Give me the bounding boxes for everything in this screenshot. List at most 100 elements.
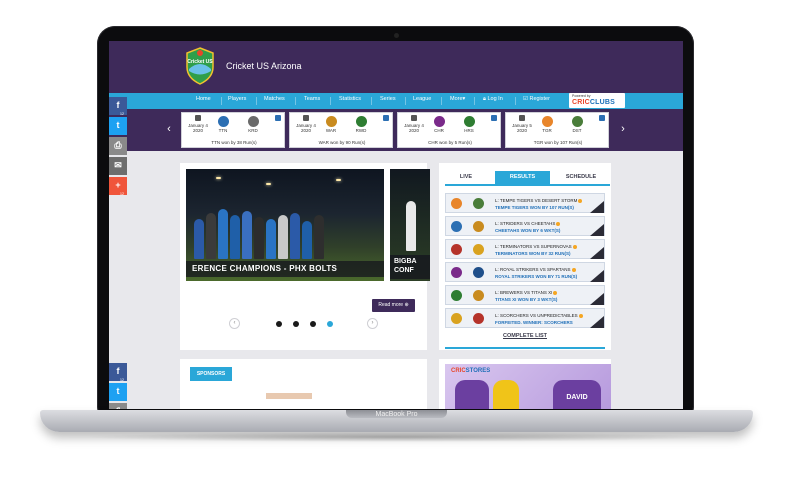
team-badge-icon: [247, 116, 259, 127]
team-badge-icon: [473, 221, 484, 232]
nav-divider: [256, 97, 257, 105]
ball-icon: [578, 313, 583, 318]
nav-register-label: Register: [529, 96, 550, 102]
team-member: [194, 219, 204, 259]
result-text: TERMINATORS WON BY 32 RUN(S): [495, 251, 571, 256]
match-card[interactable]: January 4 2020 WAR RWD WAR won by 90 Run(s): [289, 112, 393, 148]
match-flag-icon: [275, 115, 281, 121]
share-button[interactable]: f 12: [109, 97, 127, 116]
nav-divider: [441, 97, 442, 105]
share-icon: ⎙: [114, 140, 122, 150]
slider-dot[interactable]: [276, 321, 282, 327]
team-badge-icon: [473, 244, 484, 255]
nav-players[interactable]: Players: [228, 96, 246, 102]
share-button[interactable]: ⎙: [109, 137, 127, 155]
nav-divider: [474, 97, 475, 105]
tab-live[interactable]: LIVE: [445, 171, 487, 184]
share-button[interactable]: +12: [109, 177, 127, 196]
match-card[interactable]: January 4 2020 CHR HRS CHR won by 5 Run(s): [397, 112, 501, 148]
nav-series[interactable]: Series: [380, 96, 396, 102]
team-badge-icon: [217, 116, 229, 127]
result-row[interactable]: L: SCORCHERS VS UNPREDICTABLES FORFEITED.…: [445, 308, 605, 328]
site-logo[interactable]: Cricket US: [184, 47, 216, 85]
nav-more-dropdown[interactable]: More▾: [450, 96, 465, 102]
share-button[interactable]: ⎙: [109, 403, 127, 409]
sponsors-panel: SPONSORS: [180, 359, 427, 409]
result-row[interactable]: L: ROYAL STRIKERS VS SPARTANS ROYAL STRIK…: [445, 262, 605, 282]
nav-home[interactable]: Home: [196, 96, 211, 102]
cricstores-banner[interactable]: CRICSTORES DAVID: [445, 364, 611, 409]
results-panel: LIVE RESULTS SCHEDULE L: TEMPE TIGERS VS…: [439, 163, 611, 350]
team-b: DST: [568, 116, 586, 133]
share-button[interactable]: t: [109, 383, 127, 401]
tab-schedule[interactable]: SCHEDULE: [552, 171, 610, 184]
match-flag-icon: [599, 115, 605, 121]
share-button[interactable]: t: [109, 117, 127, 135]
share-button[interactable]: ✉: [109, 157, 127, 175]
nav-login-label: Log In: [487, 96, 503, 102]
slide-caption: ERENCE CHAMPIONS - PHX BOLTS: [186, 261, 384, 277]
team-badge-icon: [451, 221, 462, 232]
match-result: TGR won by 107 Run(s): [533, 140, 583, 145]
share-button[interactable]: f 12: [109, 363, 127, 382]
complete-list-link[interactable]: COMPLETE LIST: [439, 333, 611, 339]
result-title: L: TERMINATORS VS SUPERNOVAS: [495, 244, 577, 249]
share-count: 12: [120, 192, 124, 196]
slider-dot-active[interactable]: [327, 321, 333, 327]
nav-matches[interactable]: Matches: [264, 96, 285, 102]
nav-login[interactable]: 🔒︎ Log In: [483, 96, 503, 103]
cricclubs-badge[interactable]: Powered by CRICCLUBS: [569, 93, 625, 108]
team-badge-icon: [473, 290, 484, 301]
result-text: ROYAL STRIKERS WON BY 71 RUN(S): [495, 274, 578, 279]
team-member: [242, 211, 252, 259]
laptop-screen: Cricket US Cricket US Arizona Home Playe…: [109, 41, 683, 409]
result-title: L: STRIDERS VS CHEETAHS: [495, 221, 561, 226]
ball-icon: [556, 221, 561, 226]
read-more-button[interactable]: Read more ⊕: [372, 299, 415, 312]
result-title: L: ROYAL STRIKERS VS SPARTANS: [495, 267, 576, 272]
nav-register[interactable]: ☑︎ Register: [523, 96, 550, 102]
store-brand-a: CRIC: [451, 368, 466, 374]
slider-dot[interactable]: [293, 321, 299, 327]
store-brand-b: STORES: [465, 368, 491, 374]
calendar-icon: [411, 115, 417, 121]
match-date: January 4 2020: [296, 123, 316, 133]
slider-dot[interactable]: [310, 321, 316, 327]
nav-league[interactable]: League: [413, 96, 431, 102]
slider-next-icon[interactable]: ›: [367, 318, 378, 329]
team-badge-icon: [355, 116, 367, 127]
result-text: CHEETAHS WON BY 6 WKT(S): [495, 228, 561, 233]
team-badge-icon: [433, 116, 445, 127]
nav-statistics[interactable]: Statistics: [339, 96, 361, 102]
match-card[interactable]: January 5 2020 TGR DST TGR won by 107 Run(s): [505, 112, 609, 148]
nav-teams[interactable]: Teams: [304, 96, 320, 102]
ticker-next-icon[interactable]: ›: [618, 123, 628, 135]
nav-divider: [515, 97, 516, 105]
team-member: [290, 213, 300, 259]
row-corner-icon: [590, 270, 604, 282]
result-title: L: BREWERS VS TITANS XI: [495, 290, 558, 295]
panel-accent: [445, 347, 605, 349]
ball-icon: [553, 290, 558, 295]
match-card[interactable]: January 4 2020 TTN KRD TTN won by 38 Run(s): [181, 112, 285, 148]
cricclubs-logo: CRICCLUBS: [572, 99, 615, 106]
ticker-prev-icon[interactable]: ‹: [164, 123, 174, 135]
result-row[interactable]: L: STRIDERS VS CHEETAHS CHEETAHS WON BY 6…: [445, 216, 605, 236]
ball-icon: [571, 267, 576, 272]
team-badge-icon: [463, 116, 475, 127]
slide-image[interactable]: ERENCE CHAMPIONS - PHX BOLTS: [186, 169, 384, 281]
result-row[interactable]: L: TERMINATORS VS SUPERNOVAS TERMINATORS …: [445, 239, 605, 259]
next-slide-image[interactable]: BIGBA CONF: [390, 169, 430, 281]
team-member: [254, 217, 264, 259]
slider-prev-icon[interactable]: ‹: [229, 318, 240, 329]
sponsor-logo[interactable]: [266, 393, 312, 399]
result-title: L: TEMPE TIGERS VS DESERT STORM: [495, 198, 583, 203]
news-slider: ERENCE CHAMPIONS - PHX BOLTS BIGBA CONF …: [180, 163, 430, 350]
nav-divider: [330, 97, 331, 105]
site-title[interactable]: Cricket US Arizona: [226, 61, 302, 71]
result-row[interactable]: L: BREWERS VS TITANS XI TITANS XI WON BY …: [445, 285, 605, 305]
result-row[interactable]: L: TEMPE TIGERS VS DESERT STORM TEMPE TIG…: [445, 193, 605, 213]
laptop-model-label: MacBook Pro: [375, 411, 418, 418]
tab-results[interactable]: RESULTS: [495, 171, 550, 184]
jersey-image: [455, 380, 489, 409]
